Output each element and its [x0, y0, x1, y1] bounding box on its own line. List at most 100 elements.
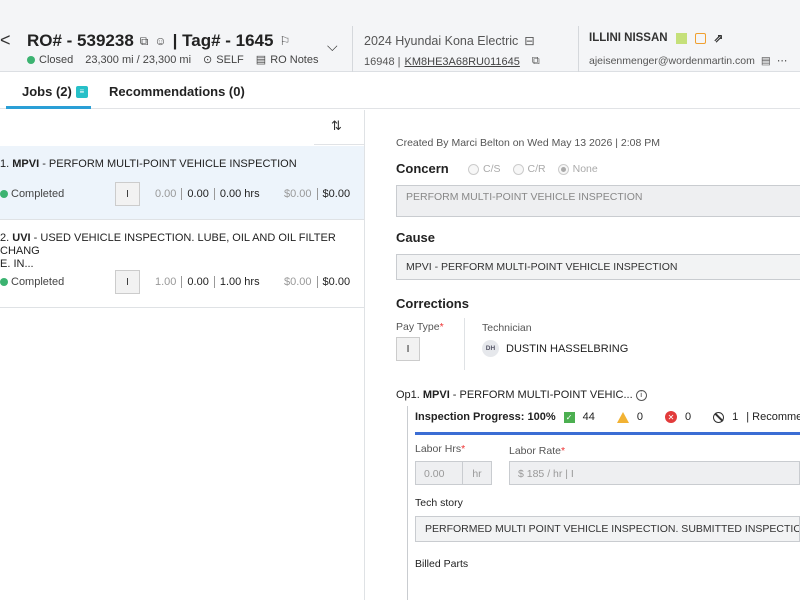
red-count: 0 — [684, 411, 692, 423]
radio-none-label: None — [572, 163, 598, 175]
job-amount-1: $0.00 — [284, 188, 318, 200]
flag-icon[interactable]: ⚐ — [279, 34, 290, 48]
job-description: - PERFORM MULTI-POINT VEHICLE INSPECTION — [39, 158, 297, 170]
job-title: 2. UVI - USED VEHICLE INSPECTION. LUBE, … — [0, 232, 364, 271]
customer-icon: ⊙ — [203, 54, 213, 66]
labor-rate-label: Labor Rate* — [509, 445, 565, 457]
job-hours-3: 1.00 hrs — [219, 276, 260, 288]
radio-cr[interactable]: C/R — [512, 163, 546, 175]
radio-none[interactable]: None — [557, 163, 598, 175]
header-divider — [352, 26, 353, 72]
pay-type-label: Pay Type* — [396, 321, 444, 333]
pay-type-field[interactable]: I — [396, 337, 420, 361]
vehicle-info: 2024 Hyundai Kona Electric ⊟ — [364, 33, 535, 49]
active-tab-indicator — [6, 106, 91, 109]
more-icon[interactable]: ⋯ — [777, 55, 788, 67]
dealer-info: ILLINI NISSAN ⇗ — [589, 31, 723, 45]
vin-row: 16948 | KM8HE3A68RU011645 ⧉ — [364, 55, 540, 68]
job-code: MPVI — [12, 158, 40, 170]
tab-jobs[interactable]: Jobs (2) ≡ — [22, 84, 88, 99]
chat-icon[interactable]: ☺ — [154, 34, 166, 48]
radio-cs-label: C/S — [483, 163, 501, 175]
info-icon[interactable]: i — [635, 389, 647, 401]
status-dot-icon — [0, 190, 8, 198]
labor-hrs-unit: hr — [462, 461, 492, 485]
labor-hrs-label: Labor Hrs* — [415, 443, 465, 455]
technician-label: Technician — [482, 322, 532, 334]
status-dot-icon — [27, 55, 35, 64]
ro-number: RO# - 539238 — [27, 31, 134, 50]
status-dot-icon — [0, 278, 8, 286]
job-status: Completed — [0, 188, 64, 200]
copy-icon[interactable]: ⧉ — [140, 34, 149, 49]
yellow-count: 0 — [636, 411, 643, 423]
cause-heading: Cause — [396, 230, 436, 245]
job-row[interactable]: 2. UVI - USED VEHICLE INSPECTION. LUBE, … — [0, 220, 364, 308]
copy-vin-icon[interactable]: ⧉ — [532, 55, 540, 68]
tab-bar: Jobs (2) ≡ Recommendations (0) — [0, 73, 800, 109]
self-label: SELF — [216, 53, 244, 66]
concern-radio-group: C/S C/R None — [468, 163, 598, 175]
job-number: 1. — [0, 158, 10, 170]
job-amounts: $0.00 $0.00 — [284, 188, 350, 200]
op-prefix: Op1. — [396, 389, 420, 401]
id-card-icon[interactable] — [675, 32, 687, 44]
job-status-label: Completed — [11, 276, 65, 288]
job-hours-1: 1.00 — [150, 276, 183, 288]
external-link-icon[interactable]: ⇗ — [714, 31, 724, 45]
job-title: 1. MPVI - PERFORM MULTI-POINT VEHICLE IN… — [0, 158, 297, 171]
labor-rate-input[interactable]: $ 185 / hr | I — [509, 461, 800, 485]
document-icon[interactable]: ▤ — [761, 55, 771, 67]
vehicle-details-icon[interactable]: ⊟ — [524, 33, 534, 48]
tab-recommendations[interactable]: Recommendations (0) — [109, 84, 245, 99]
created-by: Created By Marci Belton on Wed May 13 20… — [396, 137, 661, 149]
vin-link[interactable]: KM8HE3A68RU011645 — [405, 56, 520, 68]
operation-title: Op1. MPVI - PERFORM MULTI-POINT VEHIC...… — [396, 389, 647, 401]
job-hours-2: 0.00 — [182, 188, 215, 200]
operation-box — [407, 406, 800, 600]
back-arrow-icon[interactable]: < — [0, 31, 11, 49]
job-hours-3: 0.00 hrs — [219, 188, 260, 200]
stock-number: 16948 | — [364, 55, 401, 68]
job-code: UVI — [12, 232, 31, 244]
labor-hrs-input[interactable]: 0.00 — [415, 461, 463, 485]
inspection-progress-label: Inspection Progress: 100% — [415, 411, 556, 423]
job-row[interactable]: 1. MPVI - PERFORM MULTI-POINT VEHICLE IN… — [0, 146, 364, 220]
ro-header: < RO# - 539238 ⧉ ☺ | Tag# - 1645 ⚐ Close… — [0, 0, 800, 72]
chevron-down-icon[interactable]: ⌵ — [327, 38, 338, 55]
divider — [314, 144, 364, 145]
ro-notes-link[interactable]: RO Notes — [270, 54, 318, 66]
notes-icon: ▤ — [255, 54, 267, 66]
cause-field[interactable]: MPVI - PERFORM MULTI-POINT VEHICLE INSPE… — [396, 254, 800, 280]
job-hours: 0.00 0.00 0.00 hrs — [150, 188, 265, 200]
sort-icon[interactable]: ⇅ — [331, 118, 342, 134]
job-description: - USED VEHICLE INSPECTION. LUBE, OIL AND… — [0, 232, 336, 257]
job-hours-2: 0.00 — [182, 276, 215, 288]
wallet-icon[interactable] — [694, 32, 706, 44]
radio-cs[interactable]: C/S — [468, 163, 501, 175]
radio-cr-label: C/R — [527, 163, 546, 175]
tab-recommendations-label: Recommendations (0) — [109, 84, 245, 99]
required-mark: * — [560, 445, 566, 457]
pay-type-box: I — [115, 270, 140, 294]
email-row: ajeisenmenger@wordenmartin.com ▤ ⋯ — [589, 55, 787, 67]
concern-textarea[interactable]: PERFORM MULTI-POINT VEHICLE INSPECTION — [396, 185, 800, 217]
error-icon: ✕ — [664, 411, 677, 423]
avatar: DH — [482, 340, 499, 357]
job-status: Completed — [0, 276, 64, 288]
ro-status: Closed — [39, 53, 74, 66]
na-count: 1 — [732, 411, 739, 423]
vehicle-name: 2024 Hyundai Kona Electric — [364, 33, 519, 48]
mileage: 23,300 mi / 23,300 mi — [85, 53, 192, 66]
tech-story-field[interactable]: PERFORMED MULTI POINT VEHICLE INSPECTION… — [415, 516, 800, 542]
labor-hrs-label-text: Labor Hrs — [415, 443, 462, 455]
job-status-label: Completed — [11, 188, 65, 200]
pay-type-label-text: Pay Type — [396, 321, 440, 333]
corrections-heading: Corrections — [396, 296, 469, 311]
technician[interactable]: DH DUSTIN HASSELBRING — [482, 340, 628, 357]
ro-subinfo: Closed 23,300 mi / 23,300 mi ⊙ SELF ▤ RO… — [27, 53, 318, 66]
pay-type-box: I — [115, 182, 140, 206]
job-amount-2: $0.00 — [322, 188, 351, 200]
not-applicable-icon — [713, 411, 725, 423]
job-amount-2: $0.00 — [322, 276, 351, 288]
